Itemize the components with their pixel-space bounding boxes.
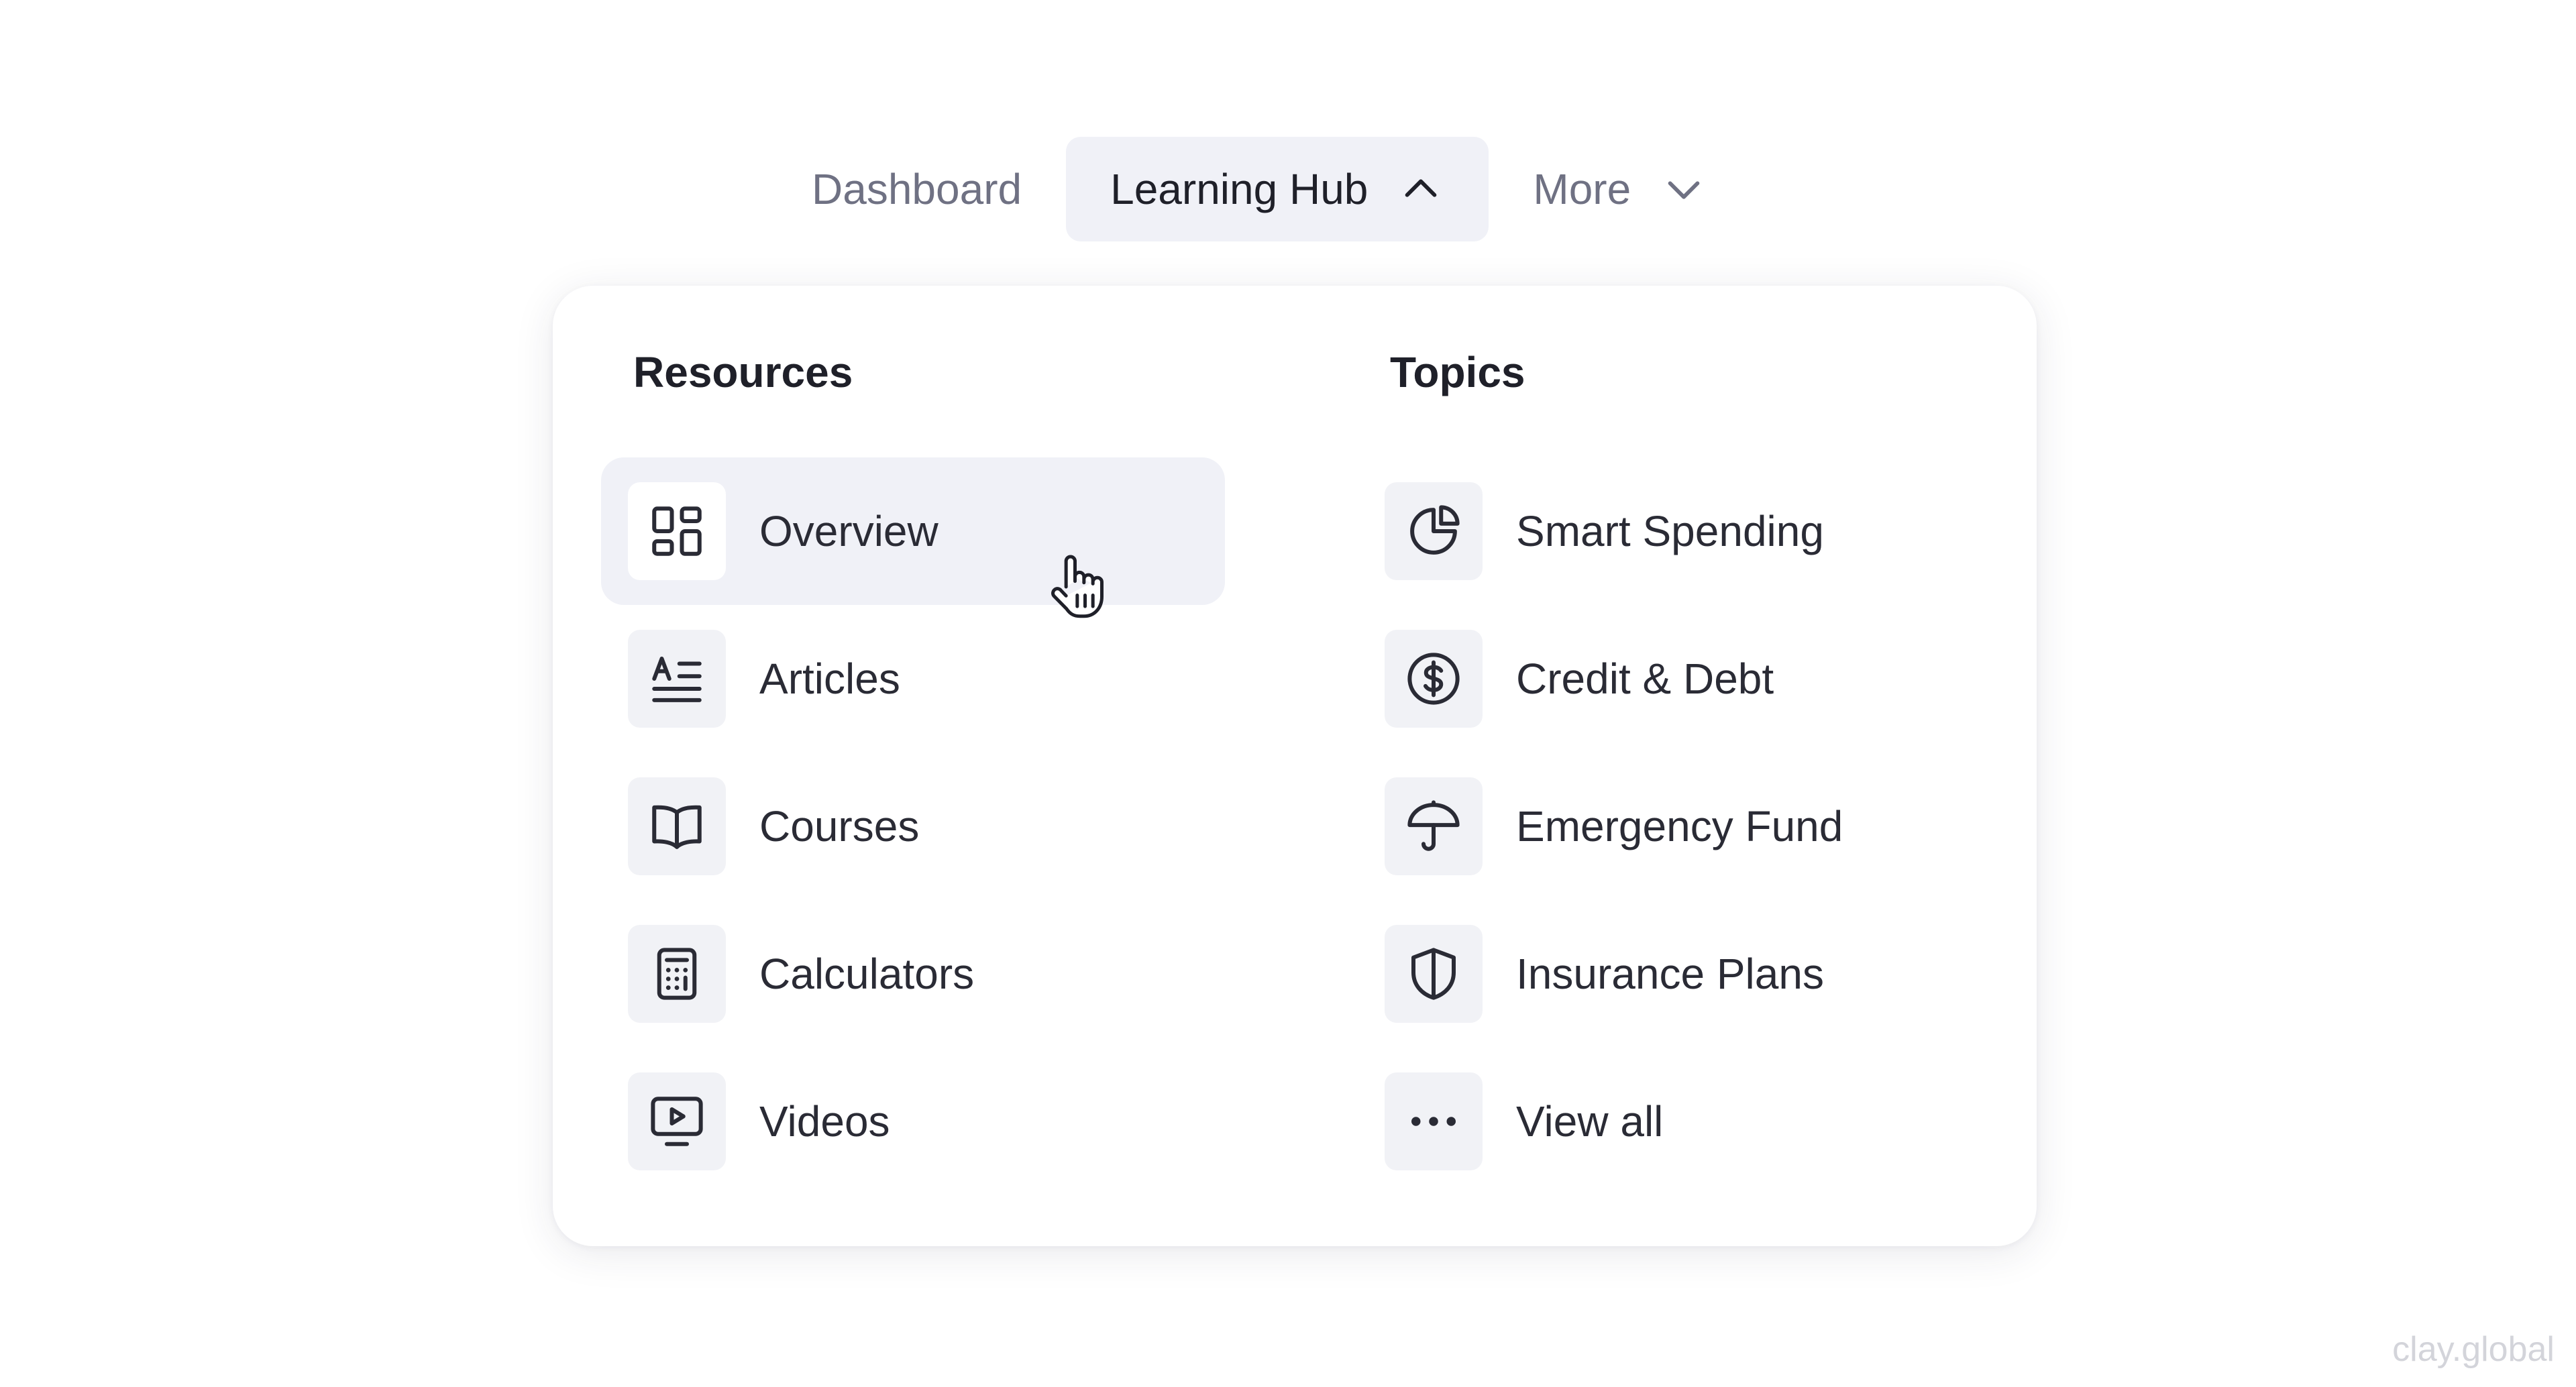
- menu-item-label: Emergency Fund: [1516, 802, 1843, 850]
- menu-item-videos[interactable]: Videos: [601, 1048, 1225, 1195]
- menu-item-insurance-plans[interactable]: Insurance Plans: [1366, 900, 1990, 1048]
- nav-item-label: More: [1533, 165, 1631, 213]
- menu-item-label: Credit & Debt: [1516, 655, 1774, 703]
- nav-item-dashboard[interactable]: Dashboard: [812, 137, 1066, 241]
- menu-item-label: Articles: [759, 655, 900, 703]
- umbrella-icon: [1385, 777, 1483, 875]
- topics-list: Smart Spending Credit & Debt Emergency F…: [1366, 457, 1990, 1195]
- menu-item-view-all[interactable]: View all: [1366, 1048, 1990, 1195]
- menu-item-label: Smart Spending: [1516, 507, 1824, 555]
- watermark: clay.global: [2392, 1330, 2555, 1369]
- nav-item-label: Learning Hub: [1110, 165, 1368, 213]
- menu-item-courses[interactable]: Courses: [601, 753, 1225, 900]
- calculator-icon: [628, 925, 726, 1023]
- shield-icon: [1385, 925, 1483, 1023]
- menu-item-label: Overview: [759, 507, 938, 555]
- chevron-up-icon: [1397, 166, 1444, 213]
- text-lines-icon: [628, 630, 726, 728]
- resources-list: Overview Articles Courses Calculators Vi…: [601, 457, 1225, 1195]
- menu-item-label: Calculators: [759, 950, 975, 998]
- menu-item-articles[interactable]: Articles: [601, 605, 1225, 753]
- dollar-circle-icon: [1385, 630, 1483, 728]
- menu-item-label: Videos: [759, 1097, 890, 1146]
- menu-item-label: View all: [1516, 1097, 1664, 1146]
- menu-item-smart-spending[interactable]: Smart Spending: [1366, 457, 1990, 605]
- menu-item-calculators[interactable]: Calculators: [601, 900, 1225, 1048]
- menu-item-overview[interactable]: Overview: [601, 457, 1225, 605]
- menu-item-label: Courses: [759, 802, 920, 850]
- more-dots-icon: [1385, 1072, 1483, 1170]
- menu-item-label: Insurance Plans: [1516, 950, 1824, 998]
- chevron-down-icon: [1660, 166, 1707, 213]
- hand-cursor-icon: [1051, 555, 1104, 618]
- menu-item-emergency-fund[interactable]: Emergency Fund: [1366, 753, 1990, 900]
- learning-hub-dropdown: Resources Overview Articles Courses Calc…: [553, 286, 2037, 1246]
- menu-item-credit-debt[interactable]: Credit & Debt: [1366, 605, 1990, 753]
- stage: Dashboard Learning Hub More Resources Ov…: [0, 0, 2576, 1387]
- nav-item-more[interactable]: More: [1489, 137, 1752, 241]
- nav-item-label: Dashboard: [812, 165, 1022, 213]
- grid-icon: [628, 482, 726, 580]
- pie-chart-icon: [1385, 482, 1483, 580]
- nav-item-learning-hub[interactable]: Learning Hub: [1066, 137, 1489, 241]
- top-nav: Dashboard Learning Hub More: [812, 137, 1752, 241]
- resources-heading: Resources: [633, 348, 853, 396]
- open-book-icon: [628, 777, 726, 875]
- video-monitor-icon: [628, 1072, 726, 1170]
- topics-heading: Topics: [1390, 348, 1525, 396]
